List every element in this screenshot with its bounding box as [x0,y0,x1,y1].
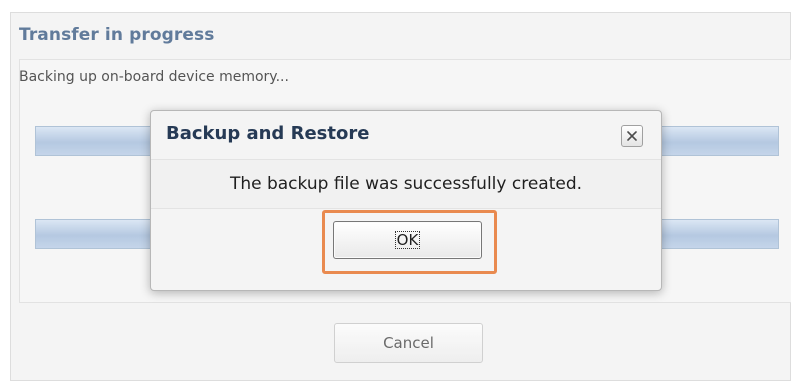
ok-button[interactable]: OK [333,221,482,259]
dialog-message: The backup file was successfully created… [229,174,583,194]
close-icon [626,130,638,142]
ok-button-label: OK [394,231,421,249]
dialog-title: Backup and Restore [166,123,370,144]
dialog-body: The backup file was successfully created… [151,159,661,209]
backup-restore-dialog: Backup and Restore The backup file was s… [150,110,662,291]
close-button[interactable] [621,125,643,147]
